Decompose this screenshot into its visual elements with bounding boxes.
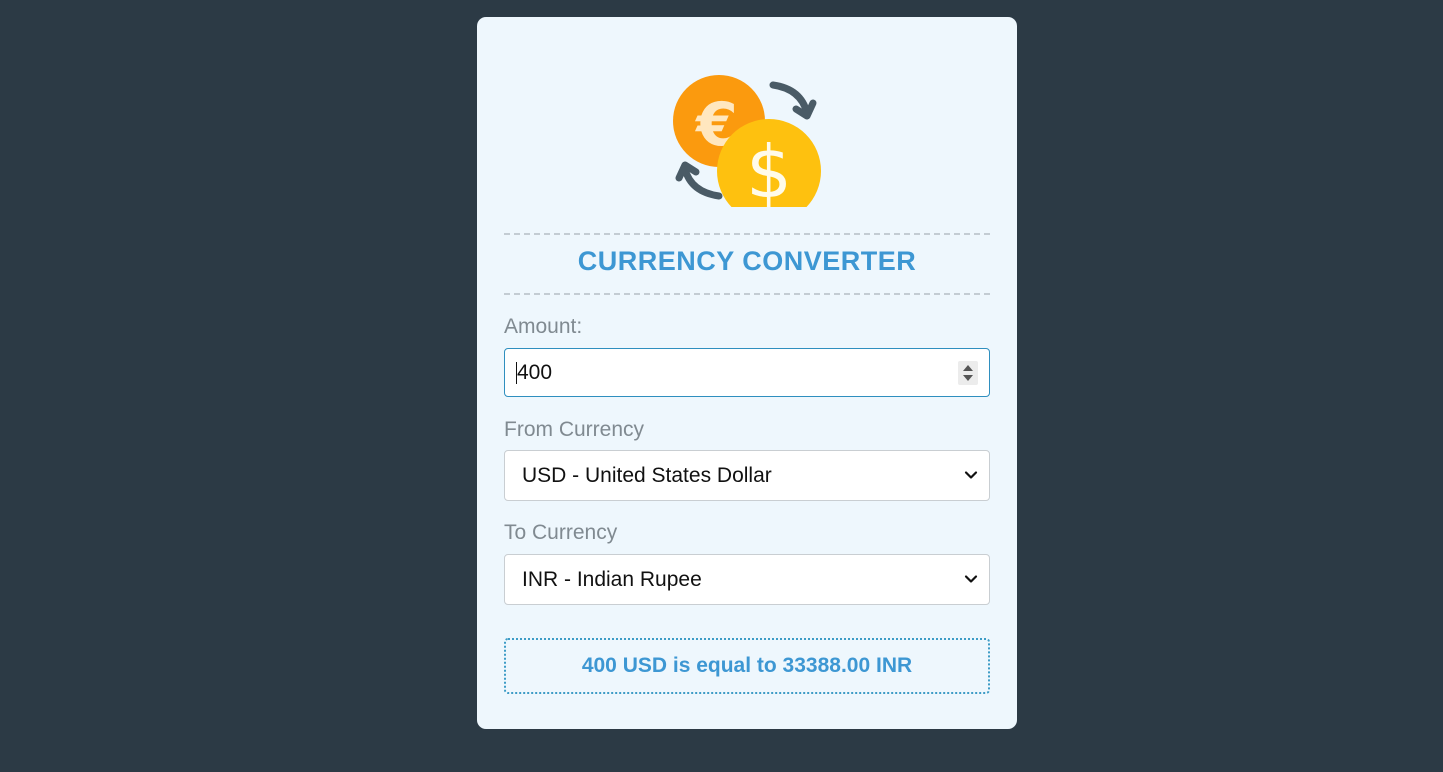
svg-text:$: $ xyxy=(746,130,792,207)
to-currency-select[interactable]: INR - Indian Rupee xyxy=(504,554,990,605)
currency-exchange-icon: € $ xyxy=(673,57,823,207)
page-title: CURRENCY CONVERTER xyxy=(577,246,917,276)
conversion-result: 400 USD is equal to 33388.00 INR xyxy=(504,638,990,694)
stepper-down-icon[interactable] xyxy=(963,375,973,381)
chevron-down-icon xyxy=(964,471,978,479)
amount-field[interactable] xyxy=(504,348,990,397)
from-currency-label: From Currency xyxy=(504,418,645,441)
bottom-divider xyxy=(504,293,990,295)
amount-stepper[interactable] xyxy=(958,361,978,385)
from-currency-select[interactable]: USD - United States Dollar xyxy=(504,450,990,501)
converter-card: € $ CURRENCY CONVERTER Amount: From Curr… xyxy=(477,17,1017,729)
text-caret xyxy=(516,362,517,384)
amount-label: Amount: xyxy=(504,315,583,338)
chevron-down-icon xyxy=(964,575,978,583)
to-currency-value: INR - Indian Rupee xyxy=(522,568,702,591)
stepper-up-icon[interactable] xyxy=(963,365,973,371)
top-divider xyxy=(504,233,990,235)
to-currency-label: To Currency xyxy=(504,521,618,544)
amount-input[interactable] xyxy=(517,349,937,396)
from-currency-value: USD - United States Dollar xyxy=(522,464,772,487)
